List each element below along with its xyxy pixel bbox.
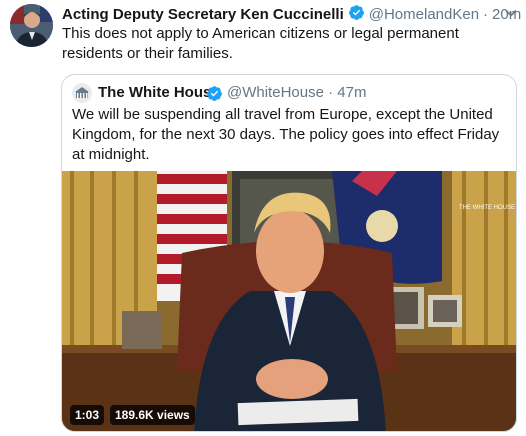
separator-dot: ·: [328, 84, 334, 101]
verified-badge-icon: [206, 85, 223, 107]
author-name[interactable]: Acting Deputy Secretary Ken Cuccinelli: [62, 6, 344, 23]
separator-dot: ·: [483, 6, 489, 23]
quoted-tweet-timestamp: 47m: [337, 84, 367, 101]
quoted-author-handle-and-time[interactable]: @WhiteHouse · 47m: [227, 84, 366, 101]
video-frame: THE WHITE HOUSE: [62, 171, 516, 431]
quoted-author-avatar: [72, 83, 92, 103]
chevron-down-icon[interactable]: [504, 6, 518, 25]
tweet[interactable]: Acting Deputy Secretary Ken Cuccinelli @H…: [0, 0, 526, 436]
video-views-badge: 189.6K views: [110, 405, 195, 425]
quoted-author-handle: @WhiteHouse: [227, 84, 324, 101]
tweet-header: Acting Deputy Secretary Ken Cuccinelli @H…: [62, 4, 521, 26]
tweet-text: This does not apply to American citizens…: [62, 25, 459, 62]
quoted-author-name[interactable]: The White House: [98, 84, 220, 101]
verified-badge-icon: [348, 4, 365, 26]
author-avatar[interactable]: [10, 4, 53, 47]
video-duration-badge: 1:03: [70, 405, 105, 425]
author-handle[interactable]: @HomelandKen: [369, 6, 479, 23]
video-player[interactable]: THE WHITE HOUSE 1:03 189.6K views: [62, 171, 516, 431]
quoted-tweet[interactable]: The White House @WhiteHouse · 47m We wil…: [61, 74, 517, 432]
quoted-tweet-text: We will be suspending all travel from Eu…: [72, 106, 500, 163]
video-watermark: THE WHITE HOUSE: [459, 205, 515, 211]
